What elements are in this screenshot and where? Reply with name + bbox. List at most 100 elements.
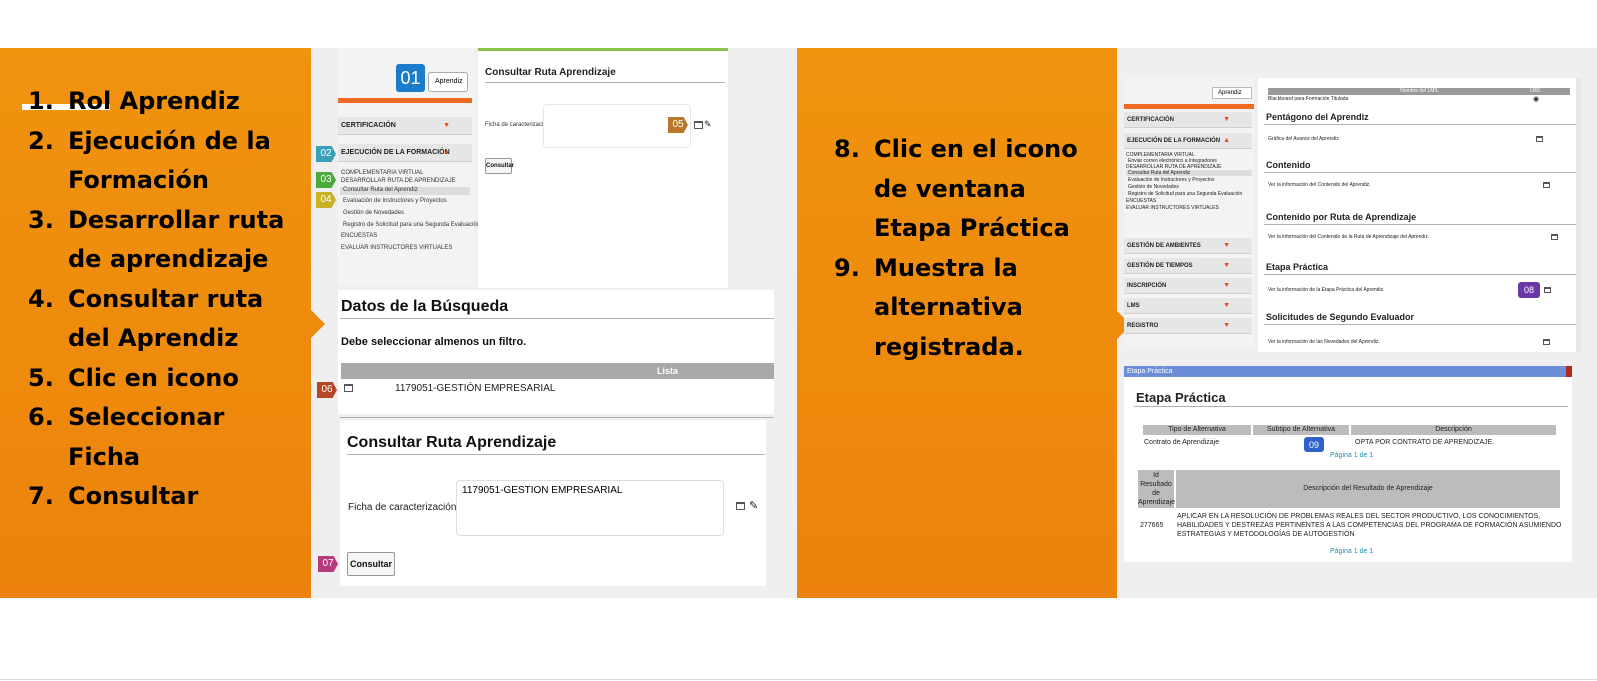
pointer-arrow <box>311 310 325 338</box>
divider <box>340 417 774 418</box>
menu-sub-item[interactable]: ENCUESTAS <box>1126 198 1156 204</box>
menu-label: GESTIÓN DE AMBIENTES <box>1127 243 1201 249</box>
consult-panel-small <box>478 48 728 288</box>
consultar-button-small[interactable]: Consultar <box>485 158 514 174</box>
pager[interactable]: Página 1 de 1 <box>1330 452 1373 459</box>
step-number: 1. <box>28 87 54 115</box>
menu-sub-item[interactable]: Gestión de Novedades <box>343 210 404 216</box>
steps-list-left: 1. Rol Aprendiz 2. Ejecución de la Formaci… <box>28 82 298 517</box>
chevron-down-icon: ▼ <box>1223 302 1230 309</box>
menu-sub-item[interactable]: ENCUESTAS <box>341 233 377 239</box>
badge-09: 09 <box>1304 437 1324 452</box>
step-text: Consultar ruta del Aprendiz <box>68 284 264 353</box>
menu-tiempos[interactable]: GESTIÓN DE TIEMPOS ▼ <box>1124 258 1252 274</box>
menu-ejecucion[interactable]: EJECUCIÓN DE LA FORMACIÓN ▲ <box>1124 133 1252 149</box>
section-title: Etapa Práctica <box>1266 262 1329 272</box>
step-number: 9. <box>834 253 860 282</box>
menu-sub-item[interactable]: Registro de Solicitud para una Segunda E… <box>343 222 480 228</box>
section-desc: Ver la información del Contenido del Apr… <box>1268 182 1371 188</box>
consultar-button[interactable]: Consultar <box>347 552 395 576</box>
menu-inscripcion[interactable]: INSCRIPCIÓN ▼ <box>1124 278 1252 294</box>
step-item: 1. Rol Aprendiz <box>28 82 298 122</box>
clear-icon[interactable]: ✎ <box>704 119 712 130</box>
result-row-value[interactable]: 1179051-GESTIÓN EMPRESARIAL <box>395 383 555 394</box>
step-text: Clic en el icono de ventana Etapa Prácti… <box>874 135 1078 242</box>
divider <box>485 82 725 83</box>
step-item: 5. Clic en icono <box>28 359 298 399</box>
step-number: 2. <box>28 126 54 155</box>
window-title: Etapa Práctica <box>1127 368 1173 375</box>
panel-title: Consultar Ruta Aprendizaje <box>485 67 616 78</box>
result-description: APLICAR EN LA RESOLUCIÓN DE PROBLEMAS RE… <box>1177 513 1562 538</box>
menu-sub-item[interactable]: COMPLEMENTARIA VIRTUAL <box>341 170 423 176</box>
menu-certificacion[interactable]: CERTIFICACIÓN ▼ <box>1124 112 1252 128</box>
menu-sub-item[interactable]: Evaluación de Instructores y Proyectos <box>1128 177 1214 183</box>
step-number: 6. <box>28 403 54 431</box>
step-item: 8. Clic en el icono de ventana Etapa Prác… <box>834 130 1094 249</box>
menu-sub-item[interactable]: DESARROLLAR RUTA DE APRENDIZAJE <box>341 178 456 184</box>
step-text: Muestra la alternativa registrada. <box>874 253 1024 361</box>
chevron-down-icon: ▼ <box>443 122 450 129</box>
divider <box>1264 324 1576 325</box>
close-icon[interactable] <box>1566 366 1572 377</box>
menu-sub-item[interactable]: Consultar Ruta del Aprendiz <box>1128 170 1190 176</box>
window-icon[interactable] <box>1551 234 1558 240</box>
clear-icon[interactable]: ✎ <box>749 499 758 512</box>
step-text: Seleccionar Ficha <box>68 403 225 471</box>
window-icon[interactable] <box>1536 136 1543 142</box>
scrollbar[interactable] <box>1576 78 1581 352</box>
etapa-practica-window-icon[interactable] <box>1544 287 1551 293</box>
consult-title: Consultar Ruta Aprendizaje <box>347 434 557 451</box>
chevron-down-icon: ▼ <box>1223 282 1230 289</box>
table-header: Tipo de Alternativa <box>1143 425 1251 435</box>
menu-registro[interactable]: REGISTRO ▼ <box>1124 318 1252 334</box>
section-desc: Ver la información de la Etapa Práctica … <box>1268 287 1385 293</box>
menu-label: LMS <box>1127 303 1140 309</box>
ficha-input[interactable]: 1179051-GESTION EMPRESARIAL <box>456 480 724 536</box>
step-item: 4. Consultar ruta del Aprendiz <box>28 280 298 359</box>
chevron-up-icon: ▲ <box>1223 137 1230 144</box>
pager[interactable]: Página 1 de 1 <box>1330 548 1373 555</box>
menu-ambientes[interactable]: GESTIÓN DE AMBIENTES ▼ <box>1124 238 1252 254</box>
role-select[interactable]: Aprendiz <box>1212 87 1252 99</box>
table-cell: Contrato de Aprendizaje <box>1144 439 1220 446</box>
step-number: 5. <box>28 363 54 392</box>
step-text: Desarrollar ruta de aprendizaje <box>68 205 285 274</box>
top-green-line <box>478 48 728 51</box>
window-icon[interactable] <box>694 121 703 129</box>
section-title: Contenido por Ruta de Aprendizaje <box>1266 212 1417 222</box>
section-title: Contenido <box>1266 160 1311 170</box>
window-titlebar: Etapa Práctica <box>1124 366 1572 377</box>
step-item: 3. Desarrollar ruta de aprendizaje <box>28 201 298 280</box>
ficha-label: Ficha de caracterización* <box>348 502 461 513</box>
window-icon[interactable] <box>1543 182 1550 188</box>
results-header: Lista <box>341 363 774 379</box>
menu-sub-item[interactable]: Gestión de Novedades <box>1128 184 1179 190</box>
menu-label: INSCRIPCIÓN <box>1127 283 1167 289</box>
steps-list-right: 8. Clic en el icono de ventana Etapa Prác… <box>834 130 1094 367</box>
role-select-value: Aprendiz <box>1218 90 1242 96</box>
role-select[interactable]: Aprendiz <box>428 72 468 92</box>
divider <box>347 454 765 455</box>
chevron-down-icon: ▼ <box>1223 242 1230 249</box>
window-icon[interactable] <box>1543 339 1550 345</box>
menu-certificacion[interactable]: CERTIFICACIÓN ▼ <box>338 117 472 135</box>
step-text: Consultar <box>68 482 199 510</box>
select-window-icon[interactable] <box>344 384 353 392</box>
info-icon[interactable]: ◉ <box>1533 95 1539 103</box>
menu-lms[interactable]: LMS ▼ <box>1124 298 1252 314</box>
column-header: Lista <box>656 366 678 376</box>
menu-sub-item[interactable]: Evaluación de Instructores y Proyectos <box>343 198 447 204</box>
menu-sub-item[interactable]: EVALUAR INSTRUCTORES VIRTUALES <box>1126 205 1219 211</box>
window-icon[interactable] <box>736 502 745 510</box>
menu-sub-item[interactable]: EVALUAR INSTRUCTORES VIRTUALES <box>341 245 452 251</box>
menu-sub-item[interactable]: Consultar Ruta del Aprendiz <box>343 187 418 193</box>
button-label: Consultar <box>349 559 392 569</box>
table-header: Id Resultado de Aprendizaje <box>1138 470 1175 508</box>
menu-label: GESTIÓN DE TIEMPOS <box>1127 263 1193 269</box>
menu-ejecucion[interactable]: EJECUCIÓN DE LA FORMACIÓN ▲ <box>338 144 472 162</box>
menu-sub-item[interactable]: Registro de Solicitud para una Segunda E… <box>1128 191 1242 197</box>
badge-08: 08 <box>1518 282 1540 298</box>
divider <box>1264 124 1576 125</box>
chevron-up-icon: ▲ <box>443 149 450 156</box>
